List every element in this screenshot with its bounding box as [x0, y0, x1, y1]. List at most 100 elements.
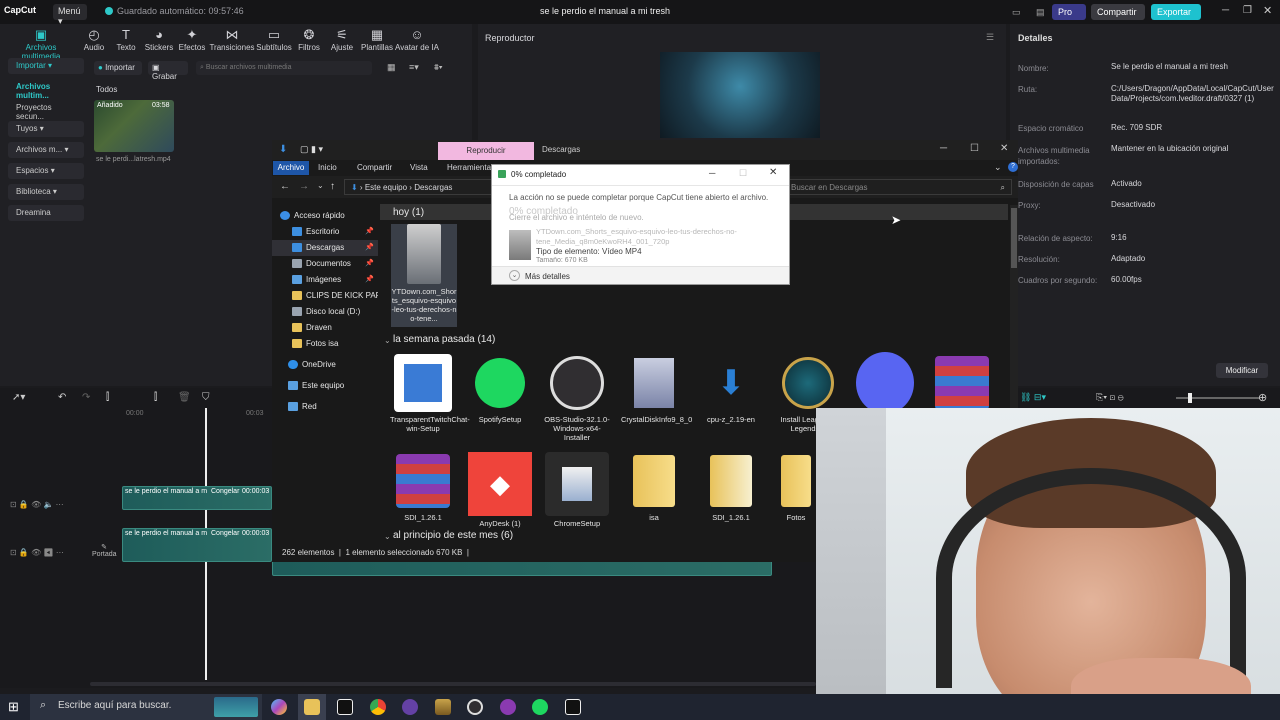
redo-icon[interactable]: ↷	[82, 392, 90, 403]
nav-desktop[interactable]: Escritorio 📌	[272, 224, 378, 240]
streaming-app-icon[interactable]	[402, 699, 418, 715]
dialog-close-icon[interactable]: ✕	[769, 167, 777, 178]
minimize-icon[interactable]: ─	[1222, 5, 1229, 16]
back-icon[interactable]: ←	[280, 181, 290, 192]
share-button[interactable]: Compartir	[1091, 4, 1145, 20]
file-item[interactable]: OBS-Studio-32.1.0-Windows-x64-Installer	[544, 354, 610, 442]
chevron-down-icon[interactable]: ⌄	[384, 336, 391, 345]
file-item[interactable]: ChromeSetup	[544, 452, 610, 528]
timeline-scrollbar[interactable]	[90, 682, 816, 686]
ribbon-share[interactable]: Compartir	[357, 163, 392, 172]
nav-this-pc[interactable]: Este equipo	[272, 378, 378, 394]
more-details-link[interactable]: Más detalles	[525, 272, 570, 281]
file-explorer-icon[interactable]	[304, 699, 320, 715]
explorer-search-input[interactable]: Buscar en Descargas ⌕	[786, 179, 1012, 195]
zoom-in-icon[interactable]: ⊕	[1258, 391, 1267, 404]
nav-draven[interactable]: Draven	[272, 320, 378, 336]
file-item[interactable]: ◆ AnyDesk (1)	[467, 452, 533, 528]
video-preview[interactable]	[660, 52, 820, 138]
zoom-slider-handle[interactable]	[1188, 393, 1192, 403]
tool-media[interactable]: ▣ Archivos multimedia	[6, 28, 76, 62]
modify-button[interactable]: Modificar	[1216, 363, 1268, 378]
explorer-close-icon[interactable]: ✕	[1000, 143, 1008, 154]
dialog-minimize-icon[interactable]: ─	[709, 168, 715, 178]
file-item[interactable]: CrystalDiskInfo9_8_0	[621, 354, 692, 424]
up-icon[interactable]: ↑	[330, 181, 335, 192]
tool-templates[interactable]: ▦ Plantillas	[356, 28, 398, 53]
sidebar-item-library[interactable]: Biblioteca ▾	[8, 184, 84, 200]
media-search-input[interactable]: ⌕ Buscar archivos multimedia	[196, 61, 372, 75]
tool-effects[interactable]: ✦ Efectos	[171, 28, 213, 53]
explorer-maximize-icon[interactable]: ☐	[970, 143, 979, 154]
sidebar-item-dreamina[interactable]: Dreamina	[8, 205, 84, 221]
ribbon-home[interactable]: Inicio	[318, 163, 337, 172]
spotify-taskbar-icon[interactable]	[532, 699, 548, 715]
tool-transitions[interactable]: ⋈ Transiciones	[208, 28, 256, 53]
league-client-icon[interactable]	[435, 699, 451, 715]
group-today[interactable]: hoy (1)	[393, 207, 424, 218]
panel-icon[interactable]: ▤	[1030, 4, 1048, 20]
obs-taskbar-icon[interactable]	[467, 699, 483, 715]
cover-button[interactable]: ✎ Portada	[92, 543, 117, 558]
grid-view-icon[interactable]: ▦	[387, 62, 396, 73]
ribbon-view[interactable]: Vista	[410, 163, 428, 172]
file-item[interactable]: ⬇ cpu-z_2.19-en	[698, 354, 764, 425]
file-item[interactable]: isa	[621, 452, 687, 522]
file-item[interactable]	[852, 352, 918, 415]
sort-icon[interactable]: ≡▾	[409, 62, 419, 73]
sidebar-item-media[interactable]: Archivos multim...	[8, 79, 84, 100]
sidebar-item-subprojects[interactable]: Proyectos secun...	[8, 100, 84, 121]
nav-downloads[interactable]: Descargas 📌	[272, 240, 378, 256]
tab-play[interactable]: Reproducir	[438, 142, 534, 160]
tab-downloads[interactable]: Descargas	[542, 145, 580, 154]
media-app-icon[interactable]	[500, 699, 516, 715]
split-left-icon[interactable]: ⫿	[154, 392, 157, 403]
nav-network[interactable]: Red	[272, 399, 378, 415]
file-item[interactable]: SpotifySetup	[467, 354, 533, 424]
marker-icon[interactable]: ⛉	[202, 392, 210, 403]
copilot-icon[interactable]	[271, 699, 287, 715]
breadcrumb[interactable]: ⬇ › Este equipo › Descargas	[344, 179, 494, 195]
sidebar-item-import[interactable]: Importar ▾	[8, 58, 84, 74]
nav-onedrive[interactable]: OneDrive	[272, 357, 378, 373]
sidebar-item-media-files[interactable]: Archivos m... ▾	[8, 142, 84, 158]
ribbon-tools[interactable]: Herramienta	[447, 163, 491, 172]
file-item[interactable]: Fotos	[775, 452, 817, 522]
capcut-icon[interactable]	[337, 699, 353, 715]
nav-disk-d[interactable]: Disco local (D:)	[272, 304, 378, 320]
sidebar-item-spaces[interactable]: Espacios ▾	[8, 163, 84, 179]
layout-icon[interactable]: ▭	[1006, 4, 1026, 20]
ribbon-expand-icon[interactable]: ⌄	[994, 162, 1002, 173]
chevron-down-icon[interactable]: ⌄	[509, 270, 520, 281]
scrollbar-thumb[interactable]	[1011, 208, 1017, 268]
capcut-secondary-icon[interactable]	[565, 699, 581, 715]
ribbon-file[interactable]: Archivo	[273, 161, 309, 175]
file-today-video[interactable]: YTDown.com_Shorts_esquivo-esquivo-leo-tu…	[391, 224, 457, 327]
nav-documents[interactable]: Documentos 📌	[272, 256, 378, 272]
undo-icon[interactable]: ↶	[58, 392, 66, 403]
recent-icon[interactable]: ⌄	[317, 181, 324, 190]
group-last-week[interactable]: la semana pasada (14)	[393, 334, 495, 345]
nav-pictures[interactable]: Imágenes 📌	[272, 272, 378, 288]
nav-quick-access[interactable]: Acceso rápido	[272, 208, 378, 224]
quick-access-icons[interactable]: ▢ ▮ ▾	[300, 144, 323, 155]
help-icon[interactable]: ?	[1008, 162, 1018, 172]
player-menu-icon[interactable]: ☰	[986, 32, 994, 43]
track-controls[interactable]: ⊡ 🔒 👁 🔈 ⋯	[10, 500, 64, 509]
explorer-minimize-icon[interactable]: ─	[940, 143, 947, 154]
filter-icon[interactable]: ⩩▾	[434, 62, 443, 73]
record-button[interactable]: ▣ Grabar	[148, 61, 188, 81]
file-item[interactable]: SDI_1.26.1	[698, 452, 764, 522]
pro-button[interactable]: Pro	[1052, 4, 1086, 20]
menu-button[interactable]: Menú ▾	[53, 4, 87, 26]
chevron-down-icon[interactable]: ⌄	[384, 532, 391, 541]
group-this-month[interactable]: al principio de este mes (6)	[393, 530, 513, 541]
windows-start-icon[interactable]: ⊞	[8, 699, 19, 715]
timeline-tools-icons[interactable]: ⎘▾ ⊡ ⊖	[1096, 392, 1124, 403]
tool-ai-avatar[interactable]: ☺ Avatar de IA	[395, 28, 439, 53]
export-button[interactable]: Exportar	[1151, 4, 1201, 20]
sidebar-item-yours[interactable]: Tuyos ▾	[8, 121, 84, 137]
file-item[interactable]: SDI_1.26.1	[390, 452, 456, 522]
file-item[interactable]	[929, 354, 995, 415]
close-icon[interactable]: ✕	[1263, 4, 1272, 17]
